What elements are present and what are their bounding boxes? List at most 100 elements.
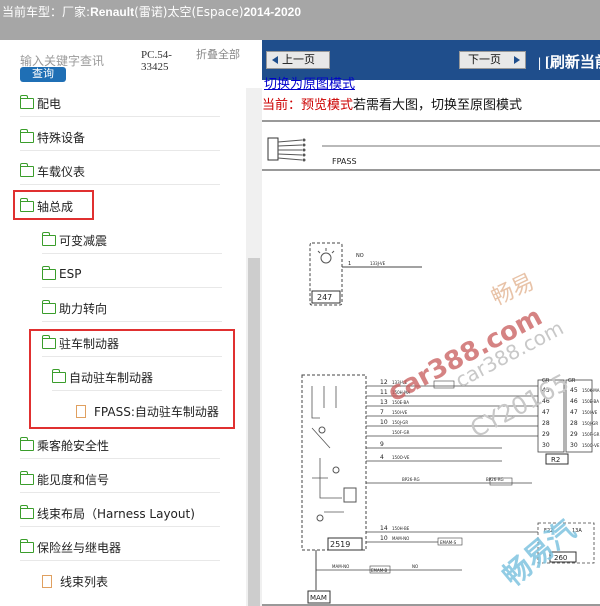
svg-text:NO: NO [356, 253, 364, 259]
search-area: 输入关键字查讯 查询 PC.54-33425 折叠全部 [0, 40, 262, 88]
svg-text:EMAM-B: EMAM-B [371, 568, 387, 573]
component-260: 260 [554, 554, 567, 562]
svg-text:29: 29 [570, 431, 578, 438]
document-icon [42, 574, 52, 588]
tree-item-fpass-doc[interactable]: FPASS:自动驻车制动器 [76, 400, 219, 422]
component-2519: 2519 [330, 540, 350, 549]
svg-text:150F-GR: 150F-GR [392, 430, 410, 435]
tree-item-cabin-safety[interactable]: 乘客舱安全性 [19, 434, 109, 456]
folder-open-icon [41, 334, 56, 349]
vehicle-title: 当前车型：厂家:Renault(雷诺)太空(Espace)2014-2020 [2, 5, 301, 19]
tree-item-special-equipment[interactable]: 特殊设备 [19, 126, 85, 148]
query-button[interactable]: 查询 [20, 67, 66, 82]
svg-text:GR: GR [568, 378, 576, 384]
svg-text:150O-VE: 150O-VE [392, 455, 410, 460]
tree-item-harness-list[interactable]: 线束列表 [42, 570, 108, 592]
pc-code: PC.54-33425 [141, 49, 172, 73]
svg-text:30: 30 [570, 442, 578, 449]
svg-text:28: 28 [542, 420, 550, 427]
folder-icon [19, 162, 34, 177]
diagram-title: FPASS [332, 157, 357, 166]
svg-text:46: 46 [570, 398, 578, 405]
svg-text:150F-GR: 150F-GR [582, 432, 600, 437]
svg-text:14: 14 [380, 525, 388, 532]
svg-text:11: 11 [380, 389, 388, 396]
arrow-right-icon [514, 56, 520, 64]
tree-item-harness-layout[interactable]: 线束布局（Harness Layout) [19, 502, 195, 524]
svg-text:10: 10 [380, 419, 388, 426]
svg-text:150O-VE: 150O-VE [582, 443, 600, 448]
svg-text:GR: GR [542, 378, 550, 384]
svg-text:BP26-RG: BP26-RG [402, 477, 420, 482]
svg-text:150H-MA: 150H-MA [392, 390, 411, 395]
folder-icon [19, 128, 34, 143]
svg-text:47: 47 [570, 409, 578, 416]
tree-scrollbar[interactable] [246, 88, 262, 606]
tree-item-parking-brake[interactable]: 驻车制动器 [41, 332, 119, 354]
svg-text:12: 12 [380, 379, 388, 386]
svg-text:150I-VE: 150I-VE [582, 410, 598, 415]
svg-text:13: 13 [380, 399, 388, 406]
folder-icon [19, 94, 34, 109]
refresh-link[interactable]: | [刷新当前 [538, 51, 600, 72]
folder-icon [41, 231, 56, 246]
viewer-panel: 上一页 下一页 | [刷新当前 切换为原图模式 当前：预览模式若需看大图，切换至… [262, 40, 600, 606]
next-page-button[interactable]: 下一页 [459, 51, 526, 69]
svg-text:150J-GR: 150J-GR [392, 420, 408, 425]
svg-text:150K-MA: 150K-MA [582, 388, 600, 393]
mode-status: 当前：预览模式若需看大图，切换至原图模式 [262, 98, 523, 113]
highlight-box [13, 190, 94, 220]
svg-text:10: 10 [380, 535, 388, 542]
tree-item-distribution[interactable]: 配电 [19, 92, 61, 114]
svg-text:13A: 13A [572, 528, 582, 534]
scrollbar-thumb[interactable] [248, 258, 260, 606]
svg-text:EMAM-S: EMAM-S [440, 540, 457, 545]
tree-item-power-steering[interactable]: 助力转向 [41, 297, 107, 319]
svg-text:7: 7 [380, 409, 384, 416]
svg-text:30: 30 [542, 442, 550, 449]
svg-text:133J-VE: 133J-VE [370, 261, 386, 266]
svg-text:9: 9 [380, 441, 384, 448]
tree-item-fuses-relays[interactable]: 保险丝与继电器 [19, 536, 121, 558]
svg-text:NO: NO [412, 564, 418, 569]
collapse-all-button[interactable]: 折叠全部 [196, 49, 240, 61]
component-r2: R2 [551, 456, 560, 464]
svg-text:4: 4 [380, 454, 384, 461]
wiring-diagram: FPASS 247 1 NO 133J-VE 2519 12 11 13 7 1… [262, 120, 600, 606]
svg-text:45: 45 [542, 387, 550, 394]
folder-icon [19, 538, 34, 553]
svg-text:MAM-NO: MAM-NO [392, 536, 409, 541]
folder-icon [41, 299, 56, 314]
tree-item-esp[interactable]: ESP [41, 263, 81, 285]
svg-text:150J-GR: 150J-GR [582, 421, 598, 426]
component-mam: MAM [310, 594, 327, 602]
svg-text:MAM-NO: MAM-NO [332, 564, 349, 569]
tree-item-instruments[interactable]: 车载仪表 [19, 160, 85, 182]
title-bar: 当前车型：厂家:Renault(雷诺)太空(Espace)2014-2020 [0, 0, 600, 40]
folder-icon [19, 470, 34, 485]
document-icon [76, 404, 86, 418]
switch-original-link[interactable]: 切换为原图模式 [264, 78, 355, 92]
folder-icon [19, 436, 34, 451]
folder-icon [19, 504, 34, 519]
arrow-left-icon [272, 56, 278, 64]
folder-open-icon [51, 368, 66, 383]
svg-text:150E-BA: 150E-BA [582, 399, 599, 404]
svg-text:150I-VE: 150I-VE [392, 410, 408, 415]
svg-text:29: 29 [542, 431, 550, 438]
component-247: 247 [317, 293, 332, 302]
svg-text:47: 47 [542, 409, 550, 416]
svg-text:133J-VE: 133J-VE [392, 380, 408, 385]
svg-text:150H-BE: 150H-BE [392, 526, 410, 531]
svg-text:46: 46 [542, 398, 550, 405]
page-nav-bar: 上一页 下一页 | [刷新当前 [262, 40, 600, 80]
svg-text:45: 45 [570, 387, 578, 394]
svg-text:28: 28 [570, 420, 578, 427]
prev-page-button[interactable]: 上一页 [266, 51, 330, 69]
svg-text:150E-BA: 150E-BA [392, 400, 409, 405]
folder-icon [41, 265, 56, 280]
tree-item-visibility-signals[interactable]: 能见度和信号 [19, 468, 109, 490]
tree-item-variable-damping[interactable]: 可变减震 [41, 229, 107, 251]
tree-item-auto-parking-brake[interactable]: 自动驻车制动器 [51, 366, 153, 388]
svg-text:F22: F22 [544, 528, 553, 534]
